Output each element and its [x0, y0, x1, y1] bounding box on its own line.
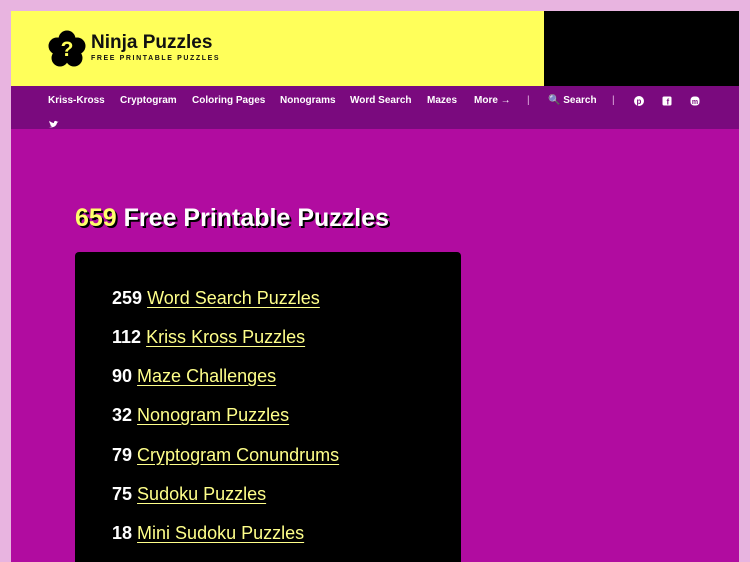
category-count: 18 [112, 523, 133, 543]
facebook-icon[interactable]: f [660, 94, 674, 108]
nav-item-cryptogram[interactable]: Cryptogram [120, 95, 177, 106]
mastodon-icon[interactable]: m [688, 94, 702, 108]
category-link-maze[interactable]: Maze Challenges [137, 366, 276, 386]
list-item: 90 Maze Challenges [112, 366, 276, 387]
category-link-word-search[interactable]: Word Search Puzzles [147, 288, 320, 308]
list-item: 79 Cryptogram Conundrums [112, 445, 339, 466]
pinterest-icon[interactable]: p [632, 94, 646, 108]
nav-item-more[interactable]: More → [474, 95, 511, 106]
nav-item-word-search[interactable]: Word Search [350, 95, 412, 106]
nav-item-mazes[interactable]: Mazes [427, 95, 457, 106]
site-title[interactable]: Ninja Puzzles [91, 32, 212, 54]
category-link-sudoku[interactable]: Sudoku Puzzles [137, 484, 266, 504]
page-title-text: Free Printable Puzzles [116, 204, 390, 232]
nav-item-nonograms[interactable]: Nonograms [280, 95, 336, 106]
puzzle-total-count: 659 [75, 204, 117, 232]
list-item: 75 Sudoku Puzzles [112, 484, 266, 505]
category-link-kriss-kross[interactable]: Kriss Kross Puzzles [146, 327, 305, 347]
site-tagline: FREE PRINTABLE PUZZLES [91, 55, 221, 62]
category-count: 259 [112, 288, 143, 308]
nav-item-coloring-pages[interactable]: Coloring Pages [192, 95, 265, 106]
page-frame: ? Ninja Puzzles FREE PRINTABLE PUZZLES K… [11, 11, 739, 562]
category-count: 90 [112, 366, 133, 386]
svg-text:?: ? [61, 38, 74, 61]
list-item: 112 Kriss Kross Puzzles [112, 327, 305, 348]
nav-item-kriss-kross[interactable]: Kriss-Kross [48, 95, 105, 106]
list-item: 32 Nonogram Puzzles [112, 405, 289, 426]
twitter-icon[interactable] [47, 117, 61, 131]
list-item: 18 Mini Sudoku Puzzles [112, 523, 304, 544]
category-count: 79 [112, 445, 133, 465]
svg-text:m: m [692, 99, 698, 106]
svg-text:p: p [637, 97, 642, 106]
site-header: ? Ninja Puzzles FREE PRINTABLE PUZZLES [11, 11, 739, 86]
category-count: 112 [112, 327, 142, 347]
category-list-card: 259 Word Search Puzzles 112 Kriss Kross … [75, 252, 461, 562]
page-title: 659 Free Printable Puzzles [75, 204, 389, 233]
main-nav: Kriss-Kross Cryptogram Coloring Pages No… [11, 86, 739, 129]
logo-question-icon[interactable]: ? [48, 30, 86, 68]
header-dark-panel [544, 11, 739, 86]
brand-area: ? Ninja Puzzles FREE PRINTABLE PUZZLES [11, 11, 544, 86]
nav-separator: | [612, 95, 615, 106]
list-item: 259 Word Search Puzzles [112, 288, 320, 309]
nav-separator: | [527, 95, 530, 106]
category-count: 32 [112, 405, 133, 425]
category-link-mini-sudoku[interactable]: Mini Sudoku Puzzles [137, 523, 304, 543]
search-button[interactable]: 🔍 Search [548, 95, 597, 106]
category-count: 75 [112, 484, 133, 504]
svg-text:f: f [666, 98, 669, 107]
category-link-cryptogram[interactable]: Cryptogram Conundrums [137, 445, 339, 465]
category-link-nonogram[interactable]: Nonogram Puzzles [137, 405, 289, 425]
